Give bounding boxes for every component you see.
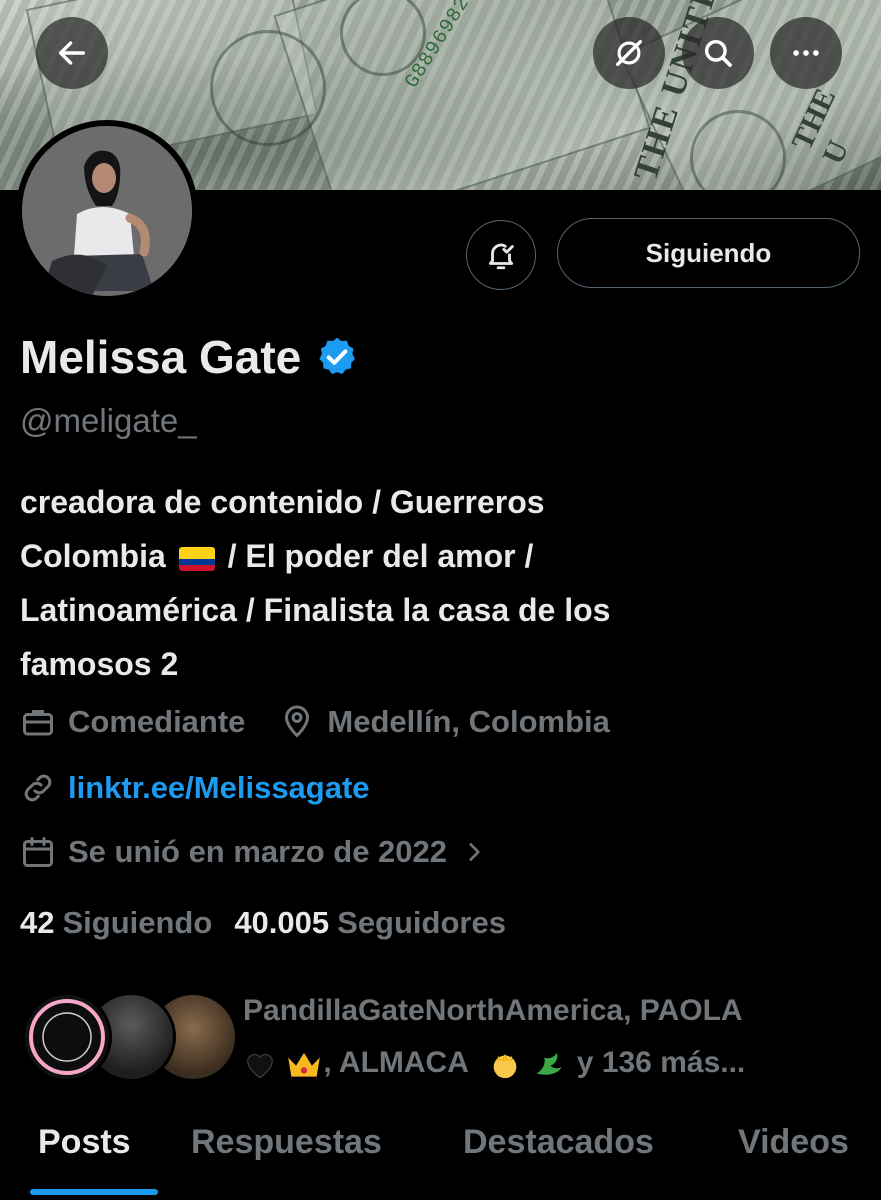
profile-avatar[interactable] bbox=[16, 120, 198, 302]
bio-line: Latinoamérica / Finalista la casa de los bbox=[20, 592, 611, 628]
known-followers-text[interactable]: PandillaGateNorthAmerica, PAOLA , ALMACA… bbox=[243, 985, 873, 1089]
bio-line: Colombia / El poder del amor / bbox=[20, 529, 860, 583]
display-name: Melissa Gate bbox=[20, 331, 302, 383]
dragon-icon bbox=[536, 1052, 563, 1075]
more-button[interactable] bbox=[770, 17, 842, 89]
follow-stats: 42 Siguiendo 40.005 Seguidores bbox=[20, 905, 506, 941]
followers-stat[interactable]: 40.005 Seguidores bbox=[234, 905, 506, 941]
following-label: Siguiendo bbox=[62, 905, 213, 940]
grok-button[interactable] bbox=[593, 17, 665, 89]
location-pin-icon bbox=[285, 705, 310, 738]
colombia-flag-icon bbox=[178, 546, 215, 571]
following-button[interactable]: Siguiendo bbox=[557, 218, 860, 288]
profile-location: Medellín, Colombia bbox=[327, 704, 610, 739]
princess-icon bbox=[493, 1054, 517, 1079]
known-followers-more: y 136 más... bbox=[576, 1046, 746, 1079]
active-tab-indicator bbox=[30, 1189, 158, 1195]
known-follower-logo bbox=[29, 999, 105, 1075]
banner-bill-shape bbox=[273, 0, 651, 190]
followers-label: Seguidores bbox=[337, 905, 506, 940]
back-button[interactable] bbox=[36, 17, 108, 89]
profile-category: Comediante bbox=[68, 704, 246, 739]
known-followers-line: , ALMACA y 136 más... bbox=[243, 1037, 873, 1089]
known-followers-text-middle: , ALMACA bbox=[323, 1046, 468, 1079]
verified-badge-icon[interactable] bbox=[315, 335, 359, 379]
handle: @meligate_ bbox=[20, 402, 197, 439]
profile-website-link[interactable]: linktr.ee/Melissagate bbox=[68, 770, 370, 806]
profile-joined-row[interactable]: Se unió en marzo de 2022 bbox=[20, 834, 499, 870]
profile-website-row: linktr.ee/Melissagate bbox=[20, 770, 370, 806]
profile-tabs: Posts Respuestas Destacados Videos bbox=[0, 1115, 881, 1200]
black-heart-icon bbox=[247, 1053, 273, 1079]
display-name-row: Melissa Gate bbox=[20, 330, 359, 384]
link-icon bbox=[24, 774, 52, 802]
profile-meta-row: Comediante Medellín, Colombia bbox=[20, 704, 610, 740]
bio-line: creadora de contenido / Guerreros bbox=[20, 484, 545, 520]
search-icon bbox=[704, 39, 732, 67]
bio-line: famosos 2 bbox=[20, 646, 179, 682]
back-arrow-icon bbox=[58, 41, 86, 65]
following-count: 42 bbox=[20, 905, 55, 940]
tab-highlights[interactable]: Destacados bbox=[463, 1123, 654, 1162]
following-stat[interactable]: 42 Siguiendo bbox=[20, 905, 212, 941]
bio: creadora de contenido / Guerreros Colomb… bbox=[20, 475, 860, 691]
bio-text: / El poder del amor / bbox=[227, 538, 534, 574]
tab-replies[interactable]: Respuestas bbox=[191, 1123, 382, 1162]
tab-posts[interactable]: Posts bbox=[38, 1123, 131, 1162]
known-followers-line: PandillaGateNorthAmerica, PAOLA bbox=[243, 994, 743, 1027]
crown-icon bbox=[288, 1052, 321, 1077]
chevron-right-icon bbox=[469, 843, 480, 861]
profile-joined-date: Se unió en marzo de 2022 bbox=[68, 834, 448, 869]
tab-videos[interactable]: Videos bbox=[738, 1123, 849, 1162]
bio-text: Colombia bbox=[20, 538, 166, 574]
calendar-icon bbox=[23, 837, 53, 867]
bell-check-icon bbox=[488, 243, 514, 270]
avatar-illustration bbox=[22, 126, 192, 296]
search-button[interactable] bbox=[682, 17, 754, 89]
more-icon bbox=[793, 50, 819, 56]
known-follower-avatar[interactable] bbox=[22, 992, 112, 1082]
followers-count: 40.005 bbox=[234, 905, 330, 940]
notifications-bell-button[interactable] bbox=[466, 220, 536, 290]
briefcase-icon bbox=[23, 710, 53, 736]
avatar-photo bbox=[22, 126, 192, 296]
banner-seal-shape bbox=[210, 30, 326, 146]
grok-icon bbox=[615, 39, 643, 67]
